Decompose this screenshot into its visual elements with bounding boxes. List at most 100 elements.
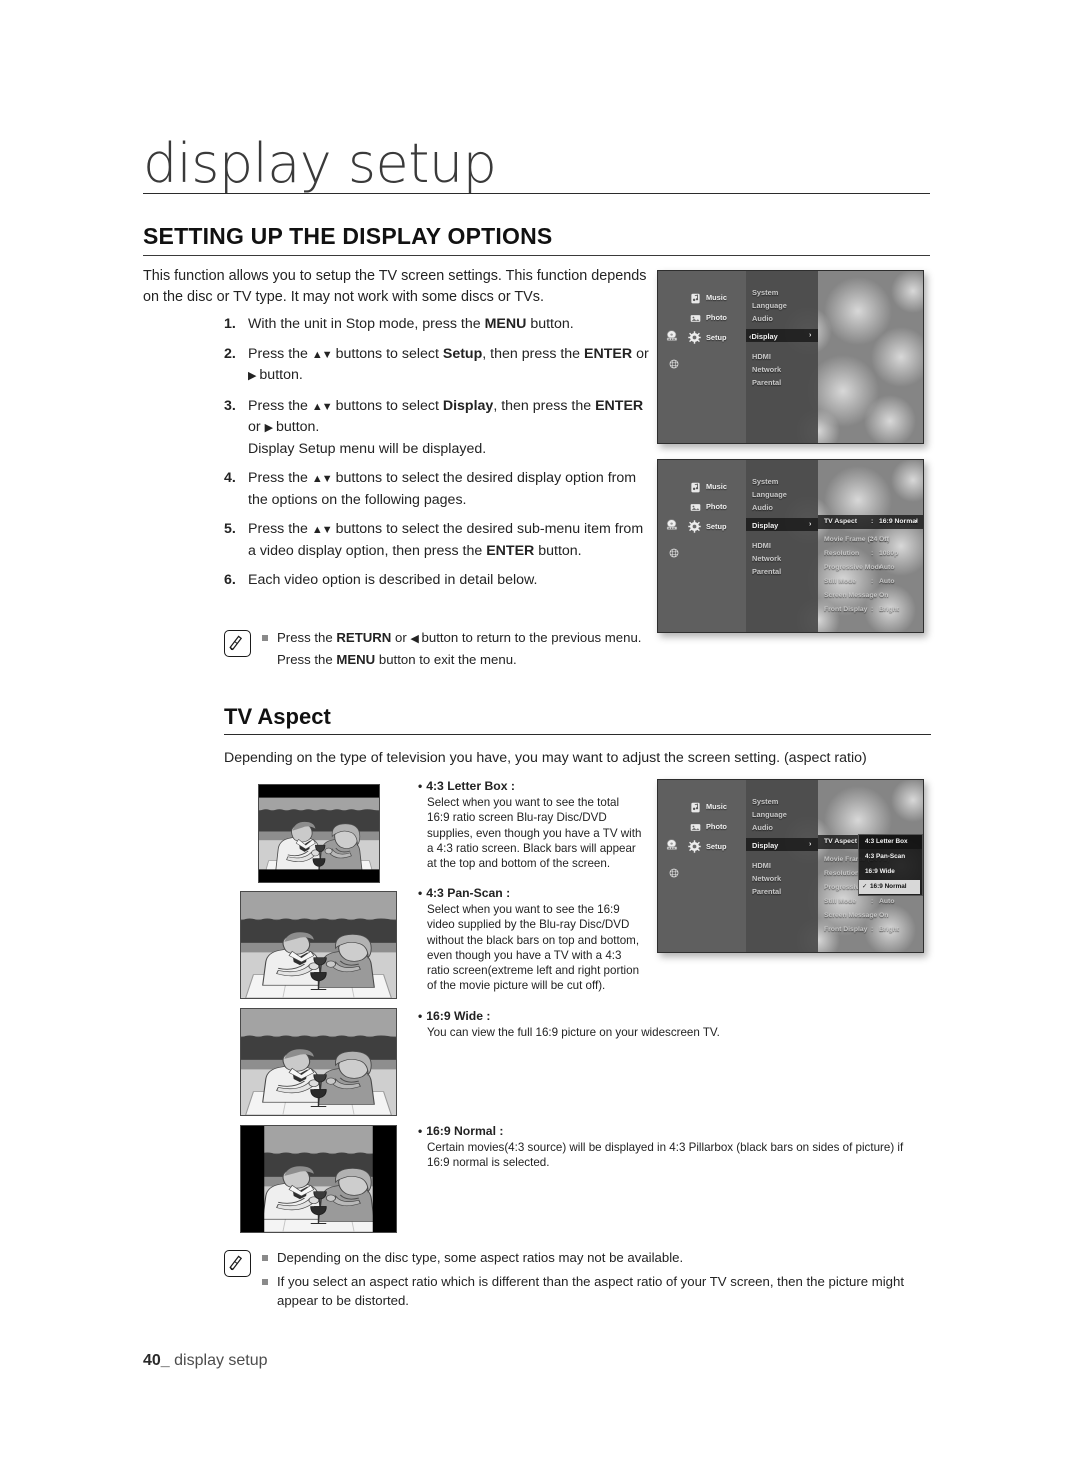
note-box-bottom: Depending on the disc type, some aspect … bbox=[224, 1248, 934, 1315]
aspect-option-body: Select when you want to see the 16:9 vid… bbox=[427, 903, 640, 993]
osd-setting-colon: : bbox=[871, 550, 874, 557]
osd-menu-item[interactable]: HDMI bbox=[752, 861, 771, 870]
note-bullet-icon bbox=[262, 635, 268, 641]
step-text: With the unit in Stop mode, press the ME… bbox=[248, 316, 574, 332]
osd-setting-value[interactable]: Auto bbox=[879, 564, 894, 571]
osd-setting-colon: : bbox=[871, 578, 874, 585]
osd-menu-item[interactable]: Network bbox=[752, 874, 781, 883]
aspect-option-body: Certain movies(4:3 source) will be displ… bbox=[427, 1141, 904, 1170]
osd-setting-label[interactable]: Still Mode bbox=[824, 578, 856, 585]
osd-setting-label[interactable]: Resolution bbox=[824, 870, 859, 877]
osd-menu-item[interactable]: Language bbox=[752, 810, 787, 819]
intro-paragraph: This function allows you to setup the TV… bbox=[143, 268, 647, 305]
dropdown-option[interactable]: 16:9 Wide bbox=[865, 868, 895, 875]
osd-sidebar-label[interactable]: Music bbox=[706, 293, 727, 302]
osd-setting-value[interactable]: Bright bbox=[879, 606, 899, 613]
disc-icon bbox=[666, 518, 680, 536]
osd-setting-label[interactable]: Resolution bbox=[824, 550, 859, 557]
osd-menu-item[interactable]: Parental bbox=[752, 887, 781, 896]
osd-sidebar-label[interactable]: Photo bbox=[706, 313, 727, 322]
step-number: 1. bbox=[224, 316, 236, 332]
osd-screen-display-settings[interactable]: Music Photo Setup System Language Audio Displa… bbox=[657, 459, 924, 633]
music-note-icon bbox=[690, 800, 701, 818]
osd-sidebar-label[interactable]: Setup bbox=[706, 333, 727, 342]
note-line: Press the RETURN or ◀ button to return t… bbox=[262, 628, 654, 669]
osd-setting-label[interactable]: Progressive Mode bbox=[824, 564, 883, 571]
osd-setting-value[interactable]: 16:9 Normal bbox=[879, 518, 918, 525]
osd-menu-item[interactable]: Parental bbox=[752, 567, 781, 576]
osd-menu-item[interactable]: Audio bbox=[752, 314, 773, 323]
osd-sidebar-label[interactable]: Music bbox=[706, 482, 727, 491]
note-line: Depending on the disc type, some aspect … bbox=[262, 1248, 934, 1268]
note-lines-top: Press the RETURN or ◀ button to return t… bbox=[262, 628, 654, 673]
osd-screen-setup-display[interactable]: Music Photo Setup System Language Audio ‹Displ… bbox=[657, 270, 924, 444]
osd-setting-label[interactable]: TV Aspect bbox=[824, 838, 857, 845]
dropdown-option[interactable]: 16:9 Normal bbox=[870, 883, 907, 890]
note-line: If you select an aspect ratio which is d… bbox=[262, 1272, 934, 1311]
osd-sidebar-label[interactable]: Photo bbox=[706, 822, 727, 831]
osd-setting-label[interactable]: Front Display bbox=[824, 926, 867, 933]
osd-screen-aspect-dropdown[interactable]: Music Photo Setup System Language Audio Displa… bbox=[657, 779, 924, 953]
dropdown-option[interactable]: 4:3 Pan-Scan bbox=[865, 853, 905, 860]
osd-setting-label[interactable]: Screen Message bbox=[824, 592, 877, 599]
osd-setting-value[interactable]: Auto bbox=[879, 578, 894, 585]
note-bullet-icon bbox=[262, 1278, 268, 1285]
osd-menu-item[interactable]: Audio bbox=[752, 503, 773, 512]
osd-setting-value[interactable]: 1080p bbox=[879, 550, 898, 557]
chevron-right-icon: › bbox=[809, 841, 812, 848]
step-text: Press the ▲▼ buttons to select Display, … bbox=[248, 397, 644, 457]
aspect-option-body: Select when you want to see the total 16… bbox=[427, 796, 642, 871]
globe-icon bbox=[669, 356, 679, 374]
osd-menu-item[interactable]: Audio bbox=[752, 823, 773, 832]
osd-setting-label[interactable]: Still Mode bbox=[824, 898, 856, 905]
music-note-icon bbox=[690, 291, 701, 309]
osd-menu-item[interactable]: Network bbox=[752, 365, 781, 374]
normal-tv-illustration bbox=[240, 1125, 397, 1233]
osd-setting-value[interactable]: On bbox=[879, 912, 888, 919]
osd-sidebar-label[interactable]: Setup bbox=[706, 522, 727, 531]
osd-menu-item-display[interactable]: Display bbox=[752, 521, 778, 530]
osd-menu-item[interactable]: Language bbox=[752, 490, 787, 499]
osd-setting-colon: : bbox=[871, 592, 874, 599]
osd-menu-item[interactable]: HDMI bbox=[752, 541, 771, 550]
note-pen-icon bbox=[224, 630, 251, 657]
osd-setting-colon: : bbox=[871, 518, 874, 525]
page-footer: 40_ display setup bbox=[143, 1352, 268, 1370]
osd-setting-value[interactable]: Bright bbox=[879, 926, 899, 933]
gear-icon bbox=[688, 840, 701, 858]
osd-sidebar-label[interactable]: Setup bbox=[706, 842, 727, 851]
osd-setting-value[interactable]: Off bbox=[879, 536, 889, 543]
note-text: Press the RETURN or ◀ button to return t… bbox=[277, 630, 642, 667]
osd-menu-item-display[interactable]: Display bbox=[752, 841, 778, 850]
dropdown-option[interactable]: 4:3 Letter Box bbox=[865, 838, 908, 845]
osd-menu-item[interactable]: Parental bbox=[752, 378, 781, 387]
step-item: 5. Press the ▲▼ buttons to select the des… bbox=[224, 519, 654, 561]
osd-sidebar-label[interactable]: Music bbox=[706, 802, 727, 811]
footer-underscore: _ bbox=[160, 1352, 170, 1369]
note-box-top: Press the RETURN or ◀ button to return t… bbox=[224, 628, 654, 673]
osd-setting-label[interactable]: Front Display bbox=[824, 606, 867, 613]
osd-menu-item[interactable]: Language bbox=[752, 301, 787, 310]
osd-setting-value[interactable]: On bbox=[879, 592, 888, 599]
step-text: Press the ▲▼ buttons to select Setup, th… bbox=[248, 345, 649, 384]
osd-setting-label[interactable]: Screen Message bbox=[824, 912, 877, 919]
disc-icon bbox=[666, 838, 680, 856]
tv-aspect-heading: TV Aspect bbox=[224, 704, 331, 729]
osd-sidebar-label[interactable]: Photo bbox=[706, 502, 727, 511]
osd-setting-colon: : bbox=[871, 912, 874, 919]
osd-menu-item[interactable]: System bbox=[752, 288, 778, 297]
osd-menu-item[interactable]: System bbox=[752, 797, 778, 806]
gear-icon bbox=[688, 520, 701, 538]
globe-icon bbox=[669, 865, 679, 883]
note-pen-icon bbox=[224, 1250, 251, 1277]
osd-menu-item-display[interactable]: ‹Display bbox=[749, 332, 778, 341]
osd-setting-label[interactable]: TV Aspect bbox=[824, 518, 857, 525]
photo-icon bbox=[690, 820, 701, 838]
osd-setting-colon: : bbox=[871, 536, 874, 543]
osd-setting-value[interactable]: Auto bbox=[879, 898, 894, 905]
osd-menu-item[interactable]: System bbox=[752, 477, 778, 486]
osd-menu-item[interactable]: HDMI bbox=[752, 352, 771, 361]
aspect-option-normal: 16:9 Normal : Certain movies(4:3 source)… bbox=[418, 1124, 918, 1171]
section-title-rule bbox=[143, 255, 930, 256]
osd-menu-item[interactable]: Network bbox=[752, 554, 781, 563]
